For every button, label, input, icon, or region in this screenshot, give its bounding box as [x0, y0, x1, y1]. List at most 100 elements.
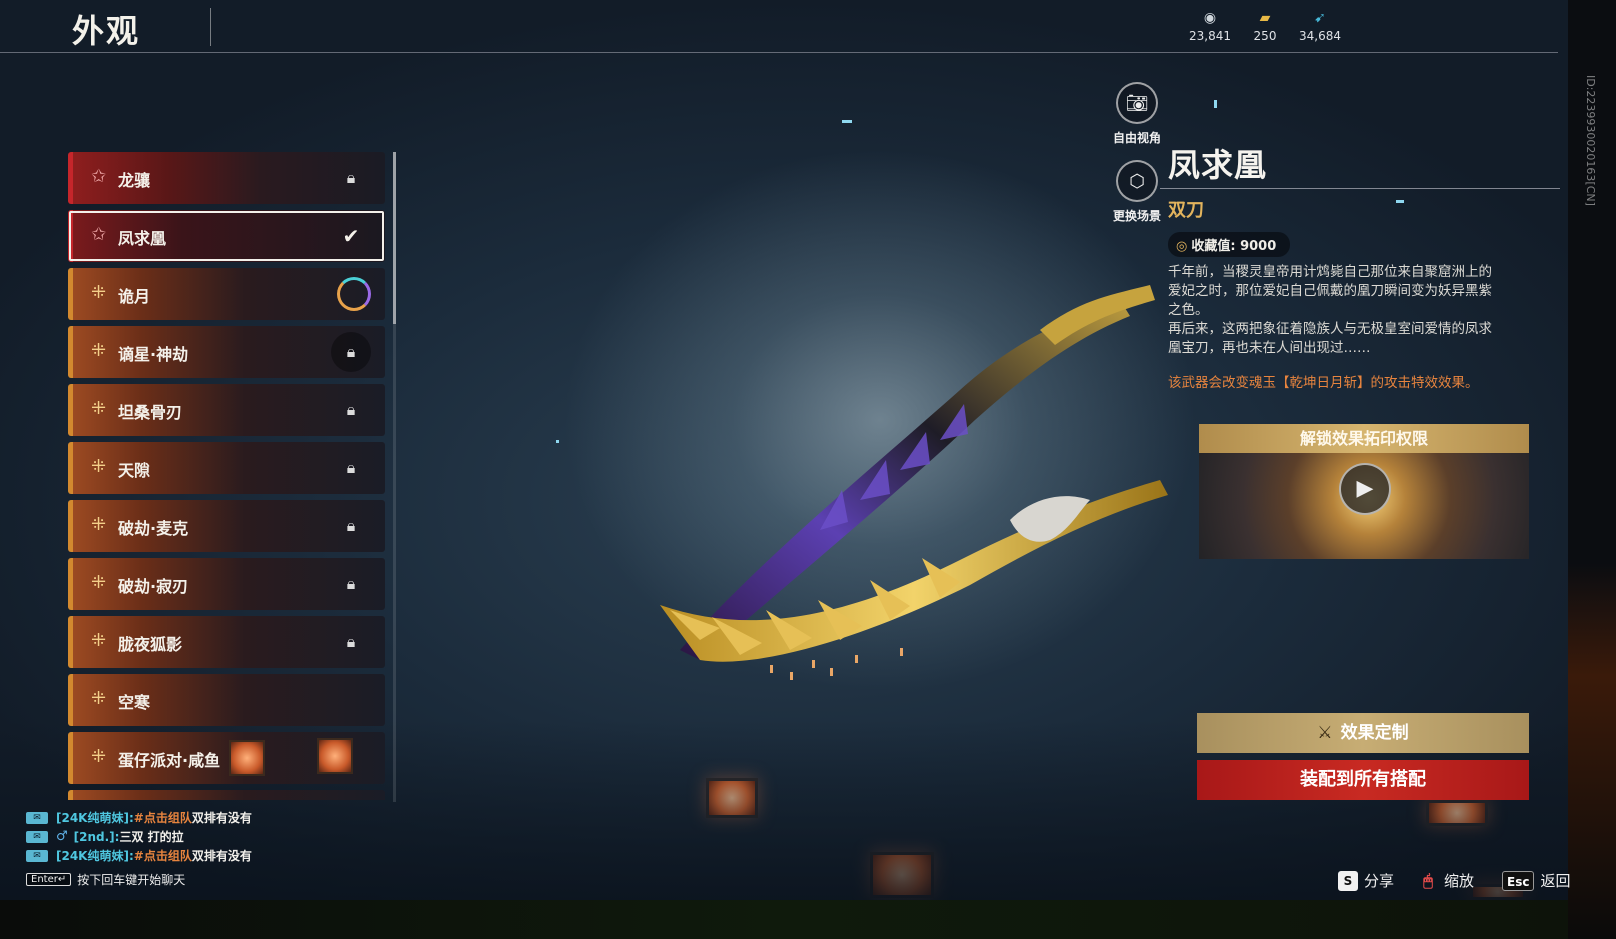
lock-icon: 🔒︎ — [346, 458, 356, 477]
zoom-hint[interactable]: 🖱︎ 缩放 — [1418, 870, 1474, 891]
mouse-scroll-icon: 🖱︎ — [1423, 870, 1433, 890]
chat-line: ✉ ♂ [2nd.]: 三双 打的拉 — [26, 827, 252, 846]
currency-feather[interactable]: ➹ 34,684 — [1290, 10, 1350, 43]
lantern-decoration — [1426, 800, 1488, 826]
sword-icon: ⚔ — [1317, 723, 1333, 743]
cube-icon: ⬡ — [1116, 160, 1158, 202]
effect-note: 该武器会改变魂玉【乾坤日月斩】的攻击特效效果。 — [1168, 375, 1479, 391]
skin-item-tansang[interactable]: ⁜ 坦桑骨刃 🔒︎ — [68, 384, 385, 436]
chat-text: 双排有没有 — [191, 849, 252, 863]
share-hint[interactable]: S 分享 — [1338, 870, 1394, 891]
chat-user[interactable]: [24K纯萌妹]: — [56, 809, 134, 826]
back-hint[interactable]: Esc 返回 — [1502, 870, 1570, 891]
skin-name: 凤求凰 — [118, 229, 167, 248]
chat-line: ✉ [24K纯萌妹]: #点击组队 双排有没有 — [26, 846, 252, 865]
lantern-icon — [317, 738, 353, 774]
chat-tag[interactable]: #点击组队 — [134, 809, 192, 826]
chat-tag[interactable]: #点击组队 — [134, 847, 192, 864]
chat-input-hint[interactable]: Enter↵ 按下回车键开始聊天 — [26, 871, 252, 888]
enter-key-icon: Enter↵ — [26, 873, 72, 886]
chat-text: 三双 打的拉 — [119, 830, 184, 844]
cross-mark-icon: ⁜ — [91, 746, 107, 767]
preview-video[interactable]: ▶ — [1199, 453, 1529, 559]
star-icon: ✩ — [91, 166, 107, 187]
equip-all-button[interactable]: 装配到所有搭配 — [1197, 760, 1529, 800]
weapon-type: 双刀 — [1168, 200, 1204, 221]
unlock-preview[interactable]: 解锁效果拓印权限 ▶ — [1199, 424, 1529, 559]
s-key-icon: S — [1338, 870, 1358, 891]
star-icon: ✩ — [91, 224, 107, 245]
equip-all-label: 装配到所有搭配 — [1300, 769, 1426, 790]
weapon-name: 凤求凰 — [1168, 146, 1268, 184]
detail-panel: 凤求凰 双刀 ◎ 收藏值: 9000 千年前，当稷灵皇帝用计鸩毙自己那位来自聚窟洲… — [1160, 140, 1560, 393]
skin-item-tianxi[interactable]: ⁜ 天隙 🔒︎ — [68, 442, 385, 494]
channel-icon: ✉ — [26, 830, 48, 843]
collection-icon: ◎ — [1176, 239, 1188, 254]
male-icon: ♂ — [56, 829, 68, 844]
currency-silver[interactable]: ◉ 23,841 — [1180, 10, 1240, 43]
checkmark-icon: ✔ — [342, 224, 360, 248]
chat-hint-text: 按下回车键开始聊天 — [77, 873, 186, 887]
cross-mark-icon: ⁜ — [91, 572, 107, 593]
chat-user[interactable]: [2nd.]: — [74, 830, 120, 844]
currency-value: 23,841 — [1189, 29, 1231, 43]
skin-list: ✩ 龙骧 🔒︎ ✩ 凤求凰 ✔ ⁜ 诡月 ⁜ 谪星·神劫 🔒︎ ⁜ 坦桑骨刃 🔒… — [68, 150, 390, 800]
free-view-button[interactable]: 📷︎ 自由视角 — [1107, 82, 1167, 146]
share-label: 分享 — [1364, 872, 1395, 890]
skin-name: 坦桑骨刃 — [118, 403, 183, 422]
gold-ingot-icon: ▰ — [1259, 10, 1271, 26]
chat-user[interactable]: [24K纯萌妹]: — [56, 847, 134, 864]
lock-icon: 🔒︎ — [346, 632, 356, 651]
cross-mark-icon: ⁜ — [91, 282, 107, 303]
unlock-label: 解锁效果拓印权限 — [1199, 424, 1529, 453]
page-title: 外观 — [72, 12, 141, 50]
cross-mark-icon: ⁜ — [91, 630, 107, 651]
cross-mark-icon: ⁜ — [91, 688, 107, 709]
skin-item-danzai[interactable]: ⁜ 蛋仔派对·咸鱼 — [68, 732, 385, 784]
collection-value-badge: ◎ 收藏值: 9000 — [1168, 232, 1291, 257]
top-bar: 外观 ◉ 23,841 ▰ 250 ➹ 34,684 — [0, 0, 1568, 54]
play-icon[interactable]: ▶ — [1339, 463, 1391, 515]
skin-item-partial[interactable] — [68, 790, 385, 800]
channel-icon: ✉ — [26, 849, 48, 862]
list-scrollbar-thumb[interactable] — [393, 152, 396, 324]
chat-box[interactable]: ✉ [24K纯萌妹]: #点击组队 双排有没有 ✉ ♂ [2nd.]: 三双 打… — [26, 808, 252, 888]
esc-key-icon: Esc — [1502, 870, 1535, 891]
skin-name: 诡月 — [118, 287, 151, 306]
skin-item-pojie-jiren[interactable]: ⁜ 破劫·寂刃 🔒︎ — [68, 558, 385, 610]
skin-item-zhexing[interactable]: ⁜ 谪星·神劫 🔒︎ — [68, 326, 385, 378]
lantern-icon — [229, 740, 265, 776]
change-scene-label: 更换场景 — [1112, 209, 1161, 223]
skin-item-guiyue[interactable]: ⁜ 诡月 — [68, 268, 385, 320]
channel-icon: ✉ — [26, 811, 48, 824]
chat-text: 双排有没有 — [191, 811, 252, 825]
skin-item-konghan[interactable]: ⁜ 空寒 — [68, 674, 385, 726]
cross-mark-icon: ⁜ — [91, 514, 107, 535]
feather-icon: ➹ — [1314, 10, 1326, 26]
skin-item-pojie-maike[interactable]: ⁜ 破劫·麦克 🔒︎ — [68, 500, 385, 552]
skin-name: 天隙 — [118, 461, 151, 480]
customize-effect-button[interactable]: ⚔ 效果定制 — [1197, 713, 1529, 753]
weapon-description-2: 再后来，这两把象征着隐族人与无极皇室间爱情的凤求凰宝刀，再也未在人间出现过…… — [1168, 321, 1492, 356]
header-rule — [0, 52, 1558, 53]
skin-name: 谪星·神劫 — [118, 345, 189, 364]
cross-mark-icon: ⁜ — [91, 398, 107, 419]
skin-name: 胧夜狐影 — [118, 635, 183, 654]
window-edge — [0, 900, 1568, 939]
skin-name: 破劫·麦克 — [118, 519, 189, 538]
chat-line: ✉ [24K纯萌妹]: #点击组队 双排有没有 — [26, 808, 252, 827]
camera-icon: 📷︎ — [1116, 82, 1158, 124]
back-label: 返回 — [1540, 872, 1571, 890]
change-scene-button[interactable]: ⬡ 更换场景 — [1107, 160, 1167, 224]
lantern-decoration — [870, 852, 934, 898]
skin-item-longye[interactable]: ⁜ 胧夜狐影 🔒︎ — [68, 616, 385, 668]
currency-gold[interactable]: ▰ 250 — [1235, 10, 1295, 43]
lock-icon: 🔒︎ — [331, 332, 371, 372]
zoom-label: 缩放 — [1444, 872, 1475, 890]
currency-value: 34,684 — [1299, 29, 1341, 43]
skin-item-longxiang[interactable]: ✩ 龙骧 🔒︎ — [68, 152, 385, 204]
skin-item-fengqiuhuang[interactable]: ✩ 凤求凰 ✔ — [68, 210, 385, 262]
currency-value: 250 — [1253, 29, 1277, 43]
lock-icon: 🔒︎ — [346, 574, 356, 593]
skin-name: 破劫·寂刃 — [118, 577, 189, 596]
